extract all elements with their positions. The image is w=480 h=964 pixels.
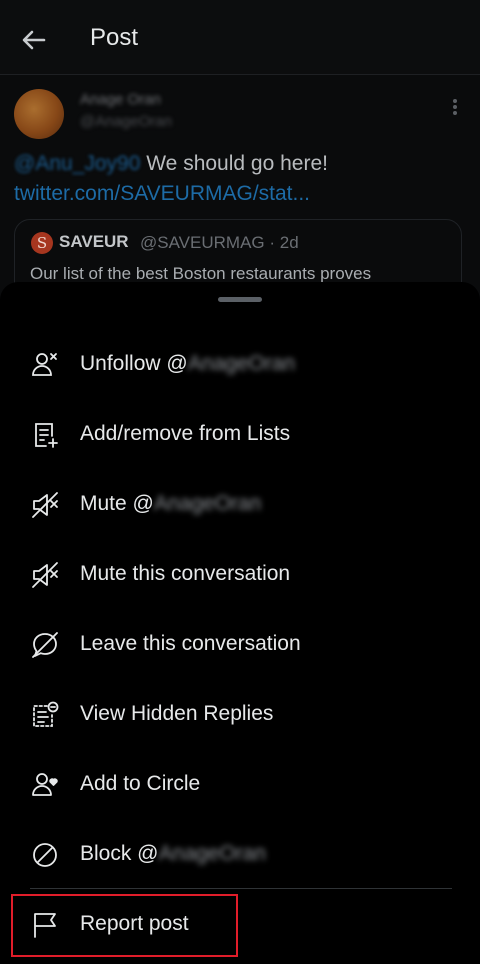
- menu-item-leave-conversation[interactable]: Leave this conversation: [0, 610, 480, 680]
- bubble-slash-icon: [32, 632, 58, 658]
- quote-text: Our list of the best Boston restaurants …: [30, 264, 372, 283]
- post-card: Anage Oran @AnageOran @Anu_Joy90 We shou…: [0, 75, 480, 319]
- unfollow-user-icon: [32, 353, 57, 376]
- menu-item-lists[interactable]: Add/remove from Lists: [0, 400, 480, 470]
- author-handle[interactable]: @AnageOran: [80, 113, 172, 130]
- back-arrow-icon[interactable]: [18, 24, 50, 56]
- tweet-text: @Anu_Joy90 We should go here!: [14, 152, 328, 176]
- divider: [30, 888, 452, 889]
- mention-link[interactable]: @Anu_Joy90: [14, 152, 140, 175]
- author-name[interactable]: Anage Oran: [80, 91, 161, 108]
- menu-item-label: Leave this conversation: [80, 632, 301, 655]
- post-options-sheet: Unfollow @AnageOran Add/remove from List…: [0, 282, 480, 964]
- page-title: Post: [90, 24, 139, 51]
- tweet-link[interactable]: twitter.com/SAVEURMAG/stat...: [14, 182, 310, 206]
- menu-item-label: Unfollow @: [80, 352, 188, 375]
- menu-item-hidden-replies[interactable]: View Hidden Replies: [0, 680, 480, 750]
- blurred-username: AnageOran: [153, 492, 262, 515]
- menu-item-label: Add to Circle: [80, 772, 201, 795]
- menu-item-block[interactable]: Block @AnageOran: [0, 820, 480, 890]
- block-icon: [33, 843, 57, 867]
- menu-item-unfollow[interactable]: Unfollow @AnageOran: [0, 330, 480, 400]
- quote-avatar: S: [31, 232, 53, 254]
- mute-speaker-icon: [32, 562, 58, 588]
- menu-item-label: Add/remove from Lists: [80, 422, 291, 445]
- tweet-body: We should go here!: [140, 152, 328, 175]
- menu-item-label: View Hidden Replies: [80, 702, 274, 725]
- menu-item-label: Report post: [80, 912, 189, 935]
- quote-author-handle: @SAVEURMAG · 2d: [140, 233, 299, 252]
- menu-item-label: Mute this conversation: [80, 562, 291, 585]
- hidden-replies-icon: [33, 701, 59, 727]
- more-options-icon[interactable]: [448, 97, 462, 119]
- avatar[interactable]: [14, 89, 64, 139]
- top-app-bar: Post: [0, 0, 480, 75]
- flag-icon: [34, 913, 56, 938]
- list-add-icon: [35, 423, 58, 448]
- menu-item-label: Mute @: [80, 492, 154, 515]
- menu-item-mute-conversation[interactable]: Mute this conversation: [0, 540, 480, 610]
- user-heart-icon: [32, 773, 58, 796]
- quote-author-name: SAVEUR: [59, 232, 129, 251]
- menu-item-mute-user[interactable]: Mute @AnageOran: [0, 470, 480, 540]
- mute-speaker-icon: [32, 492, 58, 518]
- menu-item-report[interactable]: Report post: [0, 890, 480, 960]
- menu-item-add-to-circle[interactable]: Add to Circle: [0, 750, 480, 820]
- sheet-drag-handle[interactable]: [218, 297, 262, 302]
- blurred-username: AnageOran: [187, 352, 296, 375]
- menu-item-label: Block @: [80, 842, 159, 865]
- blurred-username: AnageOran: [158, 842, 266, 865]
